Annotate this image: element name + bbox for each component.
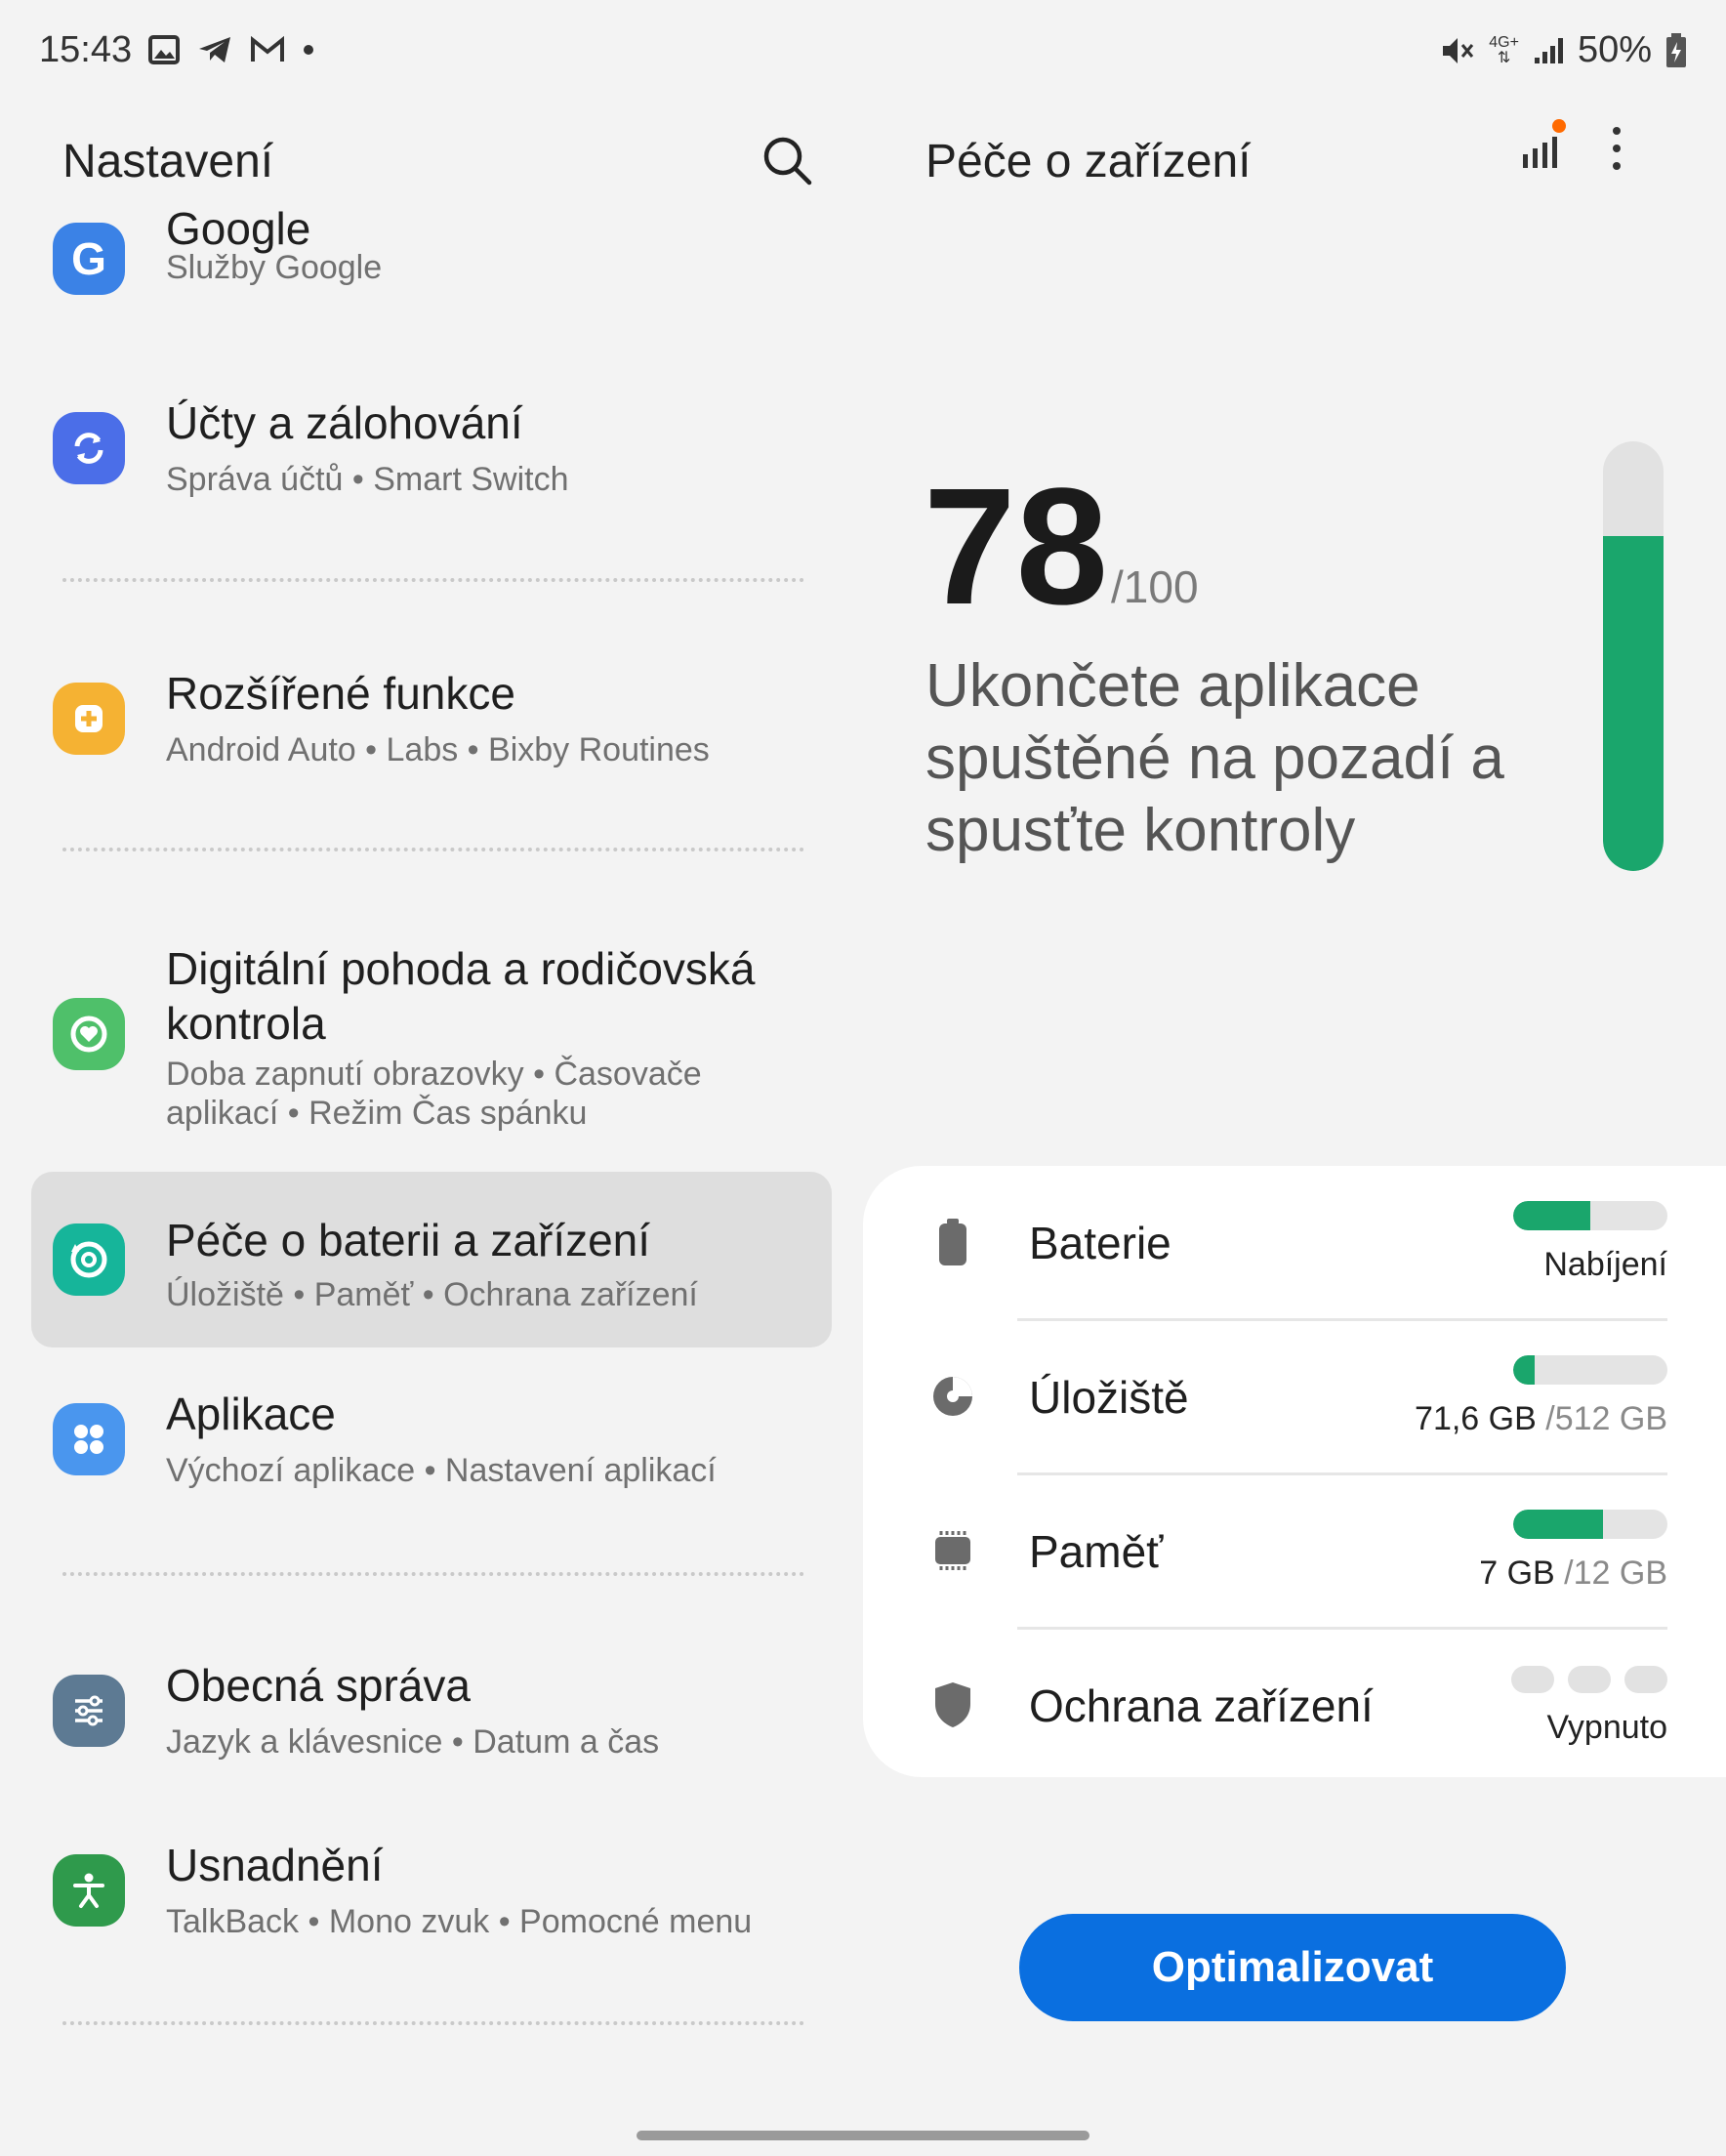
row-label: Paměť	[1029, 1526, 1164, 1577]
settings-item-general-management[interactable]: Obecná správa Jazyk a klávesnice • Datum…	[31, 1638, 832, 1785]
memory-chip-icon	[927, 1525, 978, 1576]
more-notifications-icon	[304, 45, 313, 55]
sync-icon	[53, 412, 125, 484]
care-message: Ukončete aplikace spuštěné na pozadí a s…	[925, 652, 1504, 864]
battery-value-text: Nabíjení	[1543, 1246, 1667, 1283]
battery-bar	[1513, 1201, 1667, 1230]
header-actions	[1519, 119, 1624, 177]
puzzle-plus-icon	[53, 683, 125, 755]
battery-icon	[927, 1217, 978, 1267]
item-title: Péče o baterii a zařízení	[166, 1215, 651, 1265]
storage-used: 71,6 GB	[1415, 1400, 1537, 1437]
settings-item-accounts-backup[interactable]: Účty a zálohování Správa účtů • Smart Sw…	[31, 376, 832, 522]
row-label: Baterie	[1029, 1218, 1171, 1268]
diagnostics-button[interactable]	[1519, 119, 1566, 175]
score-meter	[1603, 441, 1664, 871]
storage-bar	[1513, 1355, 1667, 1385]
item-subtitle: Výchozí aplikace • Nastavení aplikací	[166, 1452, 717, 1489]
notification-icons	[148, 35, 314, 64]
row-label: Ochrana zařízení	[1029, 1680, 1374, 1731]
settings-item-digital-wellbeing[interactable]: Digitální pohoda a rodičovská kontrola D…	[31, 918, 832, 1152]
item-subtitle: Doba zapnutí obrazovky • Časovače aplika…	[166, 1056, 702, 1132]
memory-value: 7 GB /12 GB	[1479, 1555, 1667, 1593]
item-subtitle: TalkBack • Mono zvuk • Pomocné menu	[166, 1903, 753, 1940]
settings-item-apps[interactable]: Aplikace Výchozí aplikace • Nastavení ap…	[31, 1367, 832, 1513]
item-title: Digitální pohoda a rodičovská kontrola	[166, 943, 756, 1049]
memory-used: 7 GB	[1479, 1555, 1555, 1592]
memory-bar	[1513, 1510, 1667, 1539]
wellbeing-heart-icon	[53, 998, 125, 1070]
status-time: 15:43	[39, 29, 133, 70]
status-right: 4G+ ⇅ 50%	[1440, 29, 1687, 71]
memory-total: /12 GB	[1564, 1555, 1667, 1592]
care-score-max: /100	[1111, 561, 1199, 612]
more-vertical-icon	[1613, 127, 1621, 170]
status-row-memory[interactable]: Paměť 7 GB /12 GB	[863, 1474, 1726, 1627]
bar-chart-icon	[1523, 137, 1557, 168]
mute-icon	[1443, 37, 1474, 63]
storage-pie-icon	[927, 1371, 978, 1422]
row-label: Úložiště	[1029, 1372, 1189, 1423]
care-score: 78	[924, 454, 1109, 640]
storage-bar-fill	[1513, 1355, 1536, 1385]
search-button[interactable]	[754, 127, 822, 195]
network-type-icon: 4G+ ⇅	[1489, 33, 1519, 66]
network-type-label: 4G+	[1489, 33, 1519, 51]
image-icon	[148, 35, 180, 64]
item-subtitle: Android Auto • Labs • Bixby Routines	[166, 731, 710, 768]
section-divider	[62, 2021, 804, 2025]
device-care-title: Péče o zařízení	[925, 136, 1252, 187]
more-options-button[interactable]	[1609, 125, 1624, 177]
gmail-icon	[251, 36, 284, 62]
status-row-battery[interactable]: Baterie Nabíjení	[863, 1166, 1726, 1318]
device-care-icon	[53, 1223, 125, 1296]
item-subtitle: Správa účtů • Smart Switch	[166, 461, 569, 498]
apps-grid-icon	[53, 1403, 125, 1475]
settings-item-google[interactable]: G Google Služby Google	[31, 203, 832, 353]
item-title: Účty a zálohování	[166, 397, 523, 448]
accessibility-icon	[53, 1854, 125, 1927]
protection-value: Vypnuto	[1547, 1709, 1668, 1747]
storage-value: 71,6 GB /512 GB	[1415, 1400, 1667, 1438]
google-icon: G	[53, 223, 125, 295]
optimize-button[interactable]: Optimalizovat	[1019, 1914, 1566, 2021]
memory-bar-fill	[1513, 1510, 1603, 1539]
shield-icon	[927, 1679, 978, 1730]
item-subtitle: Služby Google	[166, 249, 383, 286]
item-subtitle: Jazyk a klávesnice • Datum a čas	[166, 1723, 660, 1761]
status-bar: 15:43 4G+ ⇅ 50%	[0, 0, 1726, 98]
settings-item-advanced-features[interactable]: Rozšířené funkce Android Auto • Labs • B…	[31, 646, 832, 793]
status-row-device-protection[interactable]: Ochrana zařízení Vypnuto	[863, 1629, 1726, 1781]
settings-title: Nastavení	[62, 136, 274, 187]
battery-charging-icon	[1666, 32, 1686, 67]
search-icon	[763, 137, 812, 186]
item-subtitle: Úložiště • Paměť • Ochrana zařízení	[166, 1276, 698, 1313]
sliders-icon	[53, 1675, 125, 1747]
settings-item-accessibility[interactable]: Usnadnění TalkBack • Mono zvuk • Pomocné…	[31, 1818, 832, 1965]
protection-status-dots	[1511, 1666, 1667, 1693]
telegram-icon	[199, 37, 230, 62]
storage-total: /512 GB	[1545, 1400, 1667, 1437]
settings-pane: Nastavení G Google Služby Google Účty a …	[0, 98, 859, 2156]
battery-value: Nabíjení	[1543, 1246, 1667, 1284]
battery-percent: 50%	[1577, 29, 1652, 70]
notification-badge	[1552, 119, 1566, 133]
signal-icon	[1534, 37, 1563, 63]
score-meter-fill	[1603, 535, 1664, 871]
protection-value-text: Vypnuto	[1546, 1709, 1668, 1746]
gesture-nav-bar[interactable]	[637, 2131, 1089, 2140]
device-status-card: Baterie Nabíjení Úložiště 71,6 GB /512 G…	[863, 1166, 1726, 1777]
section-divider	[62, 1572, 804, 1576]
status-row-storage[interactable]: Úložiště 71,6 GB /512 GB	[863, 1320, 1726, 1472]
section-divider	[62, 578, 804, 582]
item-title: Rozšířené funkce	[166, 668, 515, 719]
item-title: Aplikace	[166, 1389, 336, 1439]
item-title: Obecná správa	[166, 1660, 471, 1711]
item-title: Usnadnění	[166, 1840, 384, 1890]
battery-bar-fill	[1513, 1201, 1590, 1230]
settings-item-battery-device-care[interactable]: Péče o baterii a zařízení Úložiště • Pam…	[31, 1172, 832, 1348]
section-divider	[62, 848, 804, 851]
